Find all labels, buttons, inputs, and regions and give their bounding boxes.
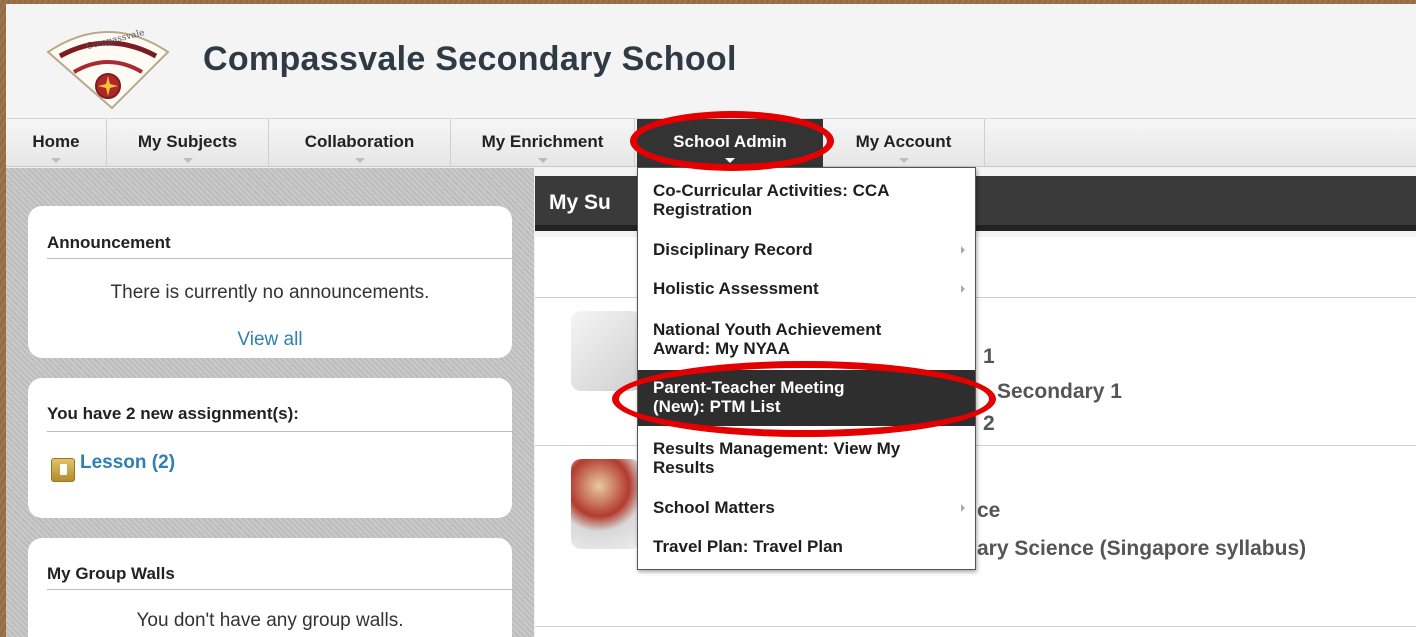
nav-my-subjects[interactable]: My Subjects <box>107 119 269 167</box>
site-header: Compassvale Compassvale Secondary School <box>6 4 1416 118</box>
menu-item-label: School Matters <box>653 498 775 517</box>
chevron-right-icon <box>961 246 965 254</box>
assignments-card: You have 2 new assignment(s): Lesson (2) <box>28 378 515 518</box>
menu-item-label: Co-Curricular Activities: CCA <box>653 181 890 200</box>
subject-title[interactable]: 1 <box>983 345 995 369</box>
chevron-down-icon <box>725 158 735 163</box>
menu-item-holistic-assessment[interactable]: Holistic Assessment <box>638 279 975 303</box>
menu-item-label: National Youth Achievement <box>653 320 882 339</box>
nav-label: School Admin <box>673 132 787 151</box>
school-logo[interactable]: Compassvale <box>40 22 176 112</box>
nav-my-account[interactable]: My Account <box>823 119 985 167</box>
lesson-link[interactable]: Lesson (2) <box>80 452 175 474</box>
announcement-title: Announcement <box>47 233 171 252</box>
menu-item-label: Parent-Teacher Meeting <box>653 378 845 397</box>
page: Compassvale Compassvale Secondary School… <box>6 4 1416 637</box>
menu-item-nyaa[interactable]: National Youth Achievement Award: My NYA… <box>638 320 975 362</box>
group-walls-text: You don't have any group walls. <box>136 610 404 631</box>
nav-label: My Subjects <box>137 132 238 151</box>
subject-thumbnail-english[interactable] <box>571 311 641 391</box>
sidebar: Announcement There is currently no annou… <box>6 168 534 637</box>
chevron-down-icon <box>354 158 365 163</box>
menu-item-label: Travel Plan: Travel Plan <box>653 537 843 556</box>
nav-label: My Account <box>855 132 952 151</box>
menu-item-label: Holistic Assessment <box>653 279 819 298</box>
menu-item-view-my-results[interactable]: Results Management: View My Results <box>638 439 975 481</box>
chevron-down-icon <box>51 158 61 163</box>
main-nav: Home My Subjects Collaboration My Enrich… <box>6 118 1416 167</box>
menu-item-travel-plan[interactable]: Travel Plan: Travel Plan <box>638 537 975 561</box>
group-walls-title: My Group Walls <box>47 564 175 583</box>
menu-item-cca-registration[interactable]: Co-Curricular Activities: CCA Registrati… <box>638 181 975 223</box>
lesson-icon <box>51 458 75 482</box>
school-admin-dropdown: Co-Curricular Activities: CCA Registrati… <box>637 167 976 570</box>
divider <box>47 431 515 432</box>
nav-school-admin[interactable]: School Admin <box>637 119 823 167</box>
divider <box>47 589 515 590</box>
subject-title[interactable]: ce <box>977 499 1000 523</box>
menu-item-label: Disciplinary Record <box>653 240 813 259</box>
menu-item-label: (New): PTM List <box>653 397 781 416</box>
nav-home[interactable]: Home <box>6 119 107 167</box>
group-walls-card: My Group Walls You don't have any group … <box>28 538 515 637</box>
view-all-link[interactable]: View all <box>28 329 512 351</box>
menu-item-label: Results <box>653 458 715 477</box>
assignments-title: You have 2 new assignment(s): <box>47 404 299 423</box>
divider <box>47 258 515 259</box>
nav-my-enrichment[interactable]: My Enrichment <box>451 119 635 167</box>
subject-level: Secondary 1 <box>997 380 1122 403</box>
menu-item-label: Registration <box>653 200 753 219</box>
menu-item-ptm-list[interactable]: Parent-Teacher Meeting (New): PTM List <box>638 370 975 426</box>
chevron-down-icon <box>898 158 909 163</box>
menu-item-label: Award: My NYAA <box>653 339 790 358</box>
menu-item-disciplinary-record[interactable]: Disciplinary Record <box>638 240 975 264</box>
chevron-right-icon <box>961 285 965 293</box>
school-name: Compassvale Secondary School <box>203 40 737 78</box>
main-header-title: My Su <box>549 191 611 214</box>
announcement-card: Announcement There is currently no annou… <box>28 206 515 358</box>
subject-meta: 2 <box>983 412 995 435</box>
nav-label: Collaboration <box>304 132 415 151</box>
chevron-down-icon <box>537 158 548 163</box>
nav-collaboration[interactable]: Collaboration <box>269 119 451 167</box>
subject-level: ary Science (Singapore syllabus) <box>977 537 1307 560</box>
nav-label: Home <box>32 132 80 151</box>
announcement-text: There is currently no announcements. <box>110 282 430 303</box>
menu-item-school-matters[interactable]: School Matters <box>638 498 975 522</box>
menu-item-label: Results Management: View My <box>653 439 901 458</box>
nav-label: My Enrichment <box>481 132 604 151</box>
divider <box>535 626 1416 627</box>
chevron-down-icon <box>182 158 193 163</box>
chevron-right-icon <box>961 504 965 512</box>
subject-thumbnail-science[interactable] <box>571 459 641 549</box>
